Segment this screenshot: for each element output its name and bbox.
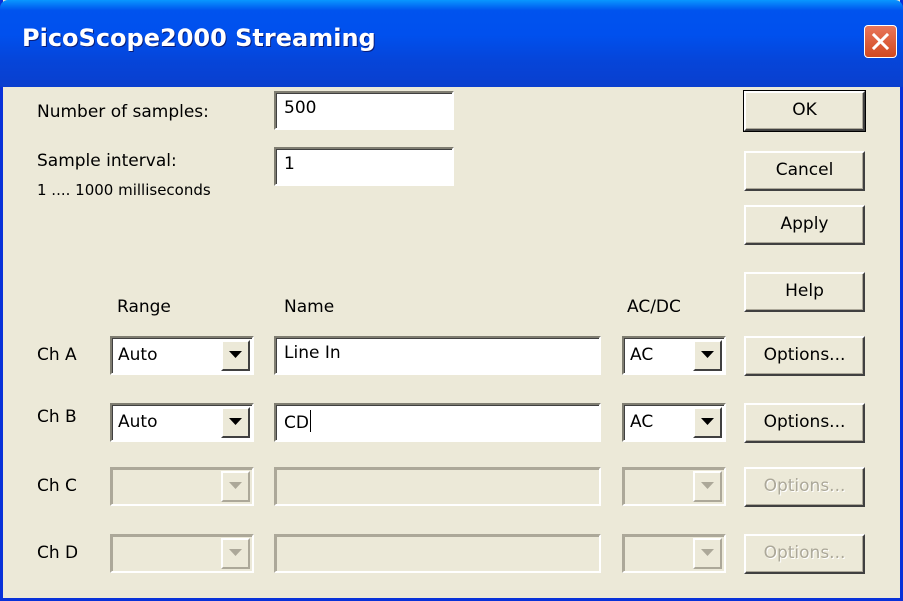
dialog-body: Number of samples: 500 Sample interval: …: [3, 87, 900, 598]
text-caret: [309, 410, 311, 432]
apply-button[interactable]: Apply: [744, 205, 865, 245]
dropdown-button: [221, 538, 250, 569]
channel-c-options-button: Options...: [744, 467, 865, 507]
channel-d-label: Ch D: [37, 543, 79, 563]
column-range: Range: [117, 297, 171, 317]
dropdown-button: [693, 538, 722, 569]
close-button[interactable]: [864, 25, 897, 58]
channel-c-name-input: [274, 467, 601, 506]
chevron-down-icon: [701, 549, 714, 556]
ok-button[interactable]: OK: [743, 90, 866, 132]
channel-c-range-select: [110, 467, 254, 506]
num-samples-input[interactable]: 500: [274, 91, 454, 130]
dropdown-button: [221, 471, 250, 502]
column-name: Name: [284, 297, 335, 317]
cancel-button[interactable]: Cancel: [744, 151, 865, 191]
interval-input[interactable]: 1: [274, 147, 454, 186]
dropdown-button[interactable]: [693, 340, 722, 371]
help-button[interactable]: Help: [744, 272, 865, 312]
chevron-down-icon: [229, 351, 242, 358]
channel-a-label: Ch A: [37, 345, 77, 365]
channel-b-coupling-value: AC: [630, 412, 654, 432]
title-bar[interactable]: PicoScope2000 Streaming: [0, 0, 903, 87]
channel-b-name-input[interactable]: CD: [274, 403, 601, 442]
channel-a-coupling-select[interactable]: AC: [622, 336, 726, 375]
channel-d-range-select: [110, 534, 254, 573]
dropdown-button: [693, 471, 722, 502]
window-title: PicoScope2000 Streaming: [22, 24, 376, 52]
channel-b-coupling-select[interactable]: AC: [622, 403, 726, 442]
column-acdc: AC/DC: [627, 297, 681, 317]
channel-a-range-select[interactable]: Auto: [110, 336, 254, 375]
chevron-down-icon: [229, 482, 242, 489]
dropdown-button[interactable]: [221, 407, 250, 438]
dropdown-button[interactable]: [693, 407, 722, 438]
chevron-down-icon: [229, 418, 242, 425]
chevron-down-icon: [229, 549, 242, 556]
channel-b-range-value: Auto: [118, 412, 158, 432]
channel-b-label: Ch B: [37, 407, 77, 427]
channel-a-options-button[interactable]: Options...: [744, 336, 865, 376]
channel-d-name-input: [274, 534, 601, 573]
channel-a-coupling-value: AC: [630, 345, 654, 365]
dialog-window: PicoScope2000 Streaming Number of sample…: [0, 0, 903, 601]
chevron-down-icon: [701, 482, 714, 489]
channel-c-label: Ch C: [37, 476, 77, 496]
channel-b-options-button[interactable]: Options...: [744, 403, 865, 443]
chevron-down-icon: [701, 351, 714, 358]
interval-label: Sample interval:: [37, 151, 177, 171]
channel-b-range-select[interactable]: Auto: [110, 403, 254, 442]
channel-d-options-button: Options...: [744, 534, 865, 574]
channel-d-coupling-select: [622, 534, 726, 573]
channel-c-coupling-select: [622, 467, 726, 506]
close-icon: [871, 32, 890, 51]
num-samples-label: Number of samples:: [37, 102, 209, 122]
channel-b-name-text: CD: [284, 413, 309, 433]
channel-a-name-input[interactable]: Line In: [274, 336, 601, 375]
interval-hint: 1 .... 1000 milliseconds: [37, 181, 211, 199]
channel-a-range-value: Auto: [118, 345, 158, 365]
chevron-down-icon: [701, 418, 714, 425]
dropdown-button[interactable]: [221, 340, 250, 371]
